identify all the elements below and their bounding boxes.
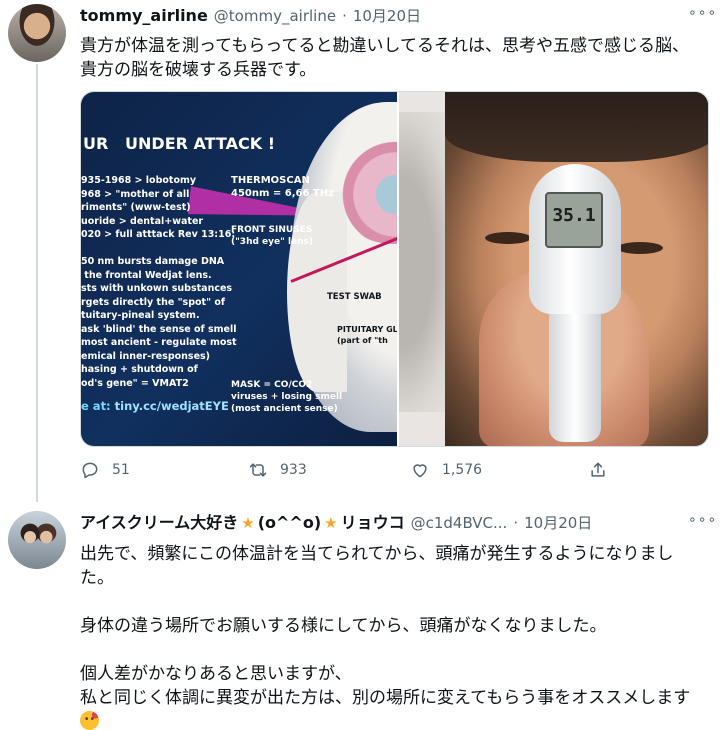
separator-dot: · [342, 7, 347, 25]
infographic-list: 935-1968 > lobotomy 968 > "mother of all… [81, 175, 237, 389]
avatar[interactable] [8, 4, 66, 62]
retweet-icon [249, 463, 267, 477]
like-button[interactable]: 1,576 [410, 460, 482, 480]
tweet-date[interactable]: 10月20日 [353, 6, 421, 26]
infographic-image[interactable]: UR UNDER ATTACK ! 935-1968 > lobotomy 96… [81, 92, 397, 446]
display-name-middle[interactable]: (o^^o) [258, 513, 321, 533]
thermometer-handle [549, 302, 601, 442]
reply-icon [82, 462, 98, 479]
tweet-date[interactable]: 10月20日 [524, 513, 592, 533]
share-button[interactable] [588, 460, 608, 480]
reply-count: 51 [112, 462, 130, 478]
like-icon [413, 464, 427, 478]
link-url: tiny.cc/wedjatEYE [114, 399, 229, 413]
more-icon[interactable]: ∘∘∘ [688, 512, 716, 528]
photo-eye-left [485, 232, 531, 244]
star-badge-icon: ★ [241, 514, 255, 532]
tweet-header: tommy_airline @tommy_airline · 10月20日 [80, 6, 421, 26]
infographic-link: e at: tiny.cc/wedjatEYE [81, 399, 229, 413]
tweet-text-body: 出先で、頻繁にこの体温計を当てられてから、頭痛が発生するようになりました。 身体… [80, 544, 691, 708]
user-handle[interactable]: @tommy_airline [214, 6, 336, 26]
mask-label: MASK = CO/CO2 viruses + losing smell (mo… [231, 380, 343, 414]
front-sinuses-label: FRONT SINUSES ("3hd eye" lens) [231, 225, 314, 247]
like-count: 1,576 [442, 462, 483, 478]
test-swab-label: TEST SWAB [327, 292, 382, 302]
infographic-title: UR UNDER ATTACK ! [83, 134, 275, 153]
tweet-actions: 51 933 1,576 [80, 460, 620, 486]
photo-eye-right [617, 242, 663, 254]
separator-dot: · [513, 514, 519, 532]
retweet-count: 933 [280, 462, 307, 478]
star-badge-icon: ★ [324, 514, 338, 532]
tweet-media[interactable]: UR UNDER ATTACK ! 935-1968 > lobotomy 96… [80, 91, 709, 447]
avatar[interactable] [8, 511, 66, 569]
thermoscan-label: THERMOSCAN 450nm = 6,66 THz [231, 175, 334, 199]
pituitary-label: PITUITARY GL (part of "th [337, 325, 397, 345]
thermometer-photo[interactable]: 35.1 [397, 92, 708, 446]
display-name-suffix[interactable]: リョウコ [341, 513, 405, 533]
more-icon[interactable]: ∘∘∘ [688, 5, 716, 21]
thermometer-display: 35.1 [545, 192, 603, 248]
emoji-icon [80, 711, 99, 730]
tweet-text: 貴方が体温を測ってもらってると勘違いしてるそれは、思考や五感で感じる脳、貴方の脳… [80, 36, 689, 80]
display-name[interactable]: tommy_airline [80, 6, 208, 26]
display-name[interactable]: アイスクリーム大好き [80, 513, 238, 533]
user-handle[interactable]: @c1d4BVC... [411, 513, 508, 533]
thread-connector-line [36, 64, 38, 502]
share-icon [591, 462, 605, 477]
photo-hair [445, 92, 708, 162]
tweet-header: アイスクリーム大好き ★ (o^^o) ★ リョウコ @c1d4BVC... ·… [80, 513, 592, 533]
reply-button[interactable]: 51 [80, 460, 130, 480]
link-prefix: e at: [81, 399, 115, 413]
retweet-button[interactable]: 933 [248, 460, 307, 480]
tweet-text: 出先で、頻繁にこの体温計を当てられてから、頭痛が発生するようになりました。 身体… [80, 542, 705, 730]
